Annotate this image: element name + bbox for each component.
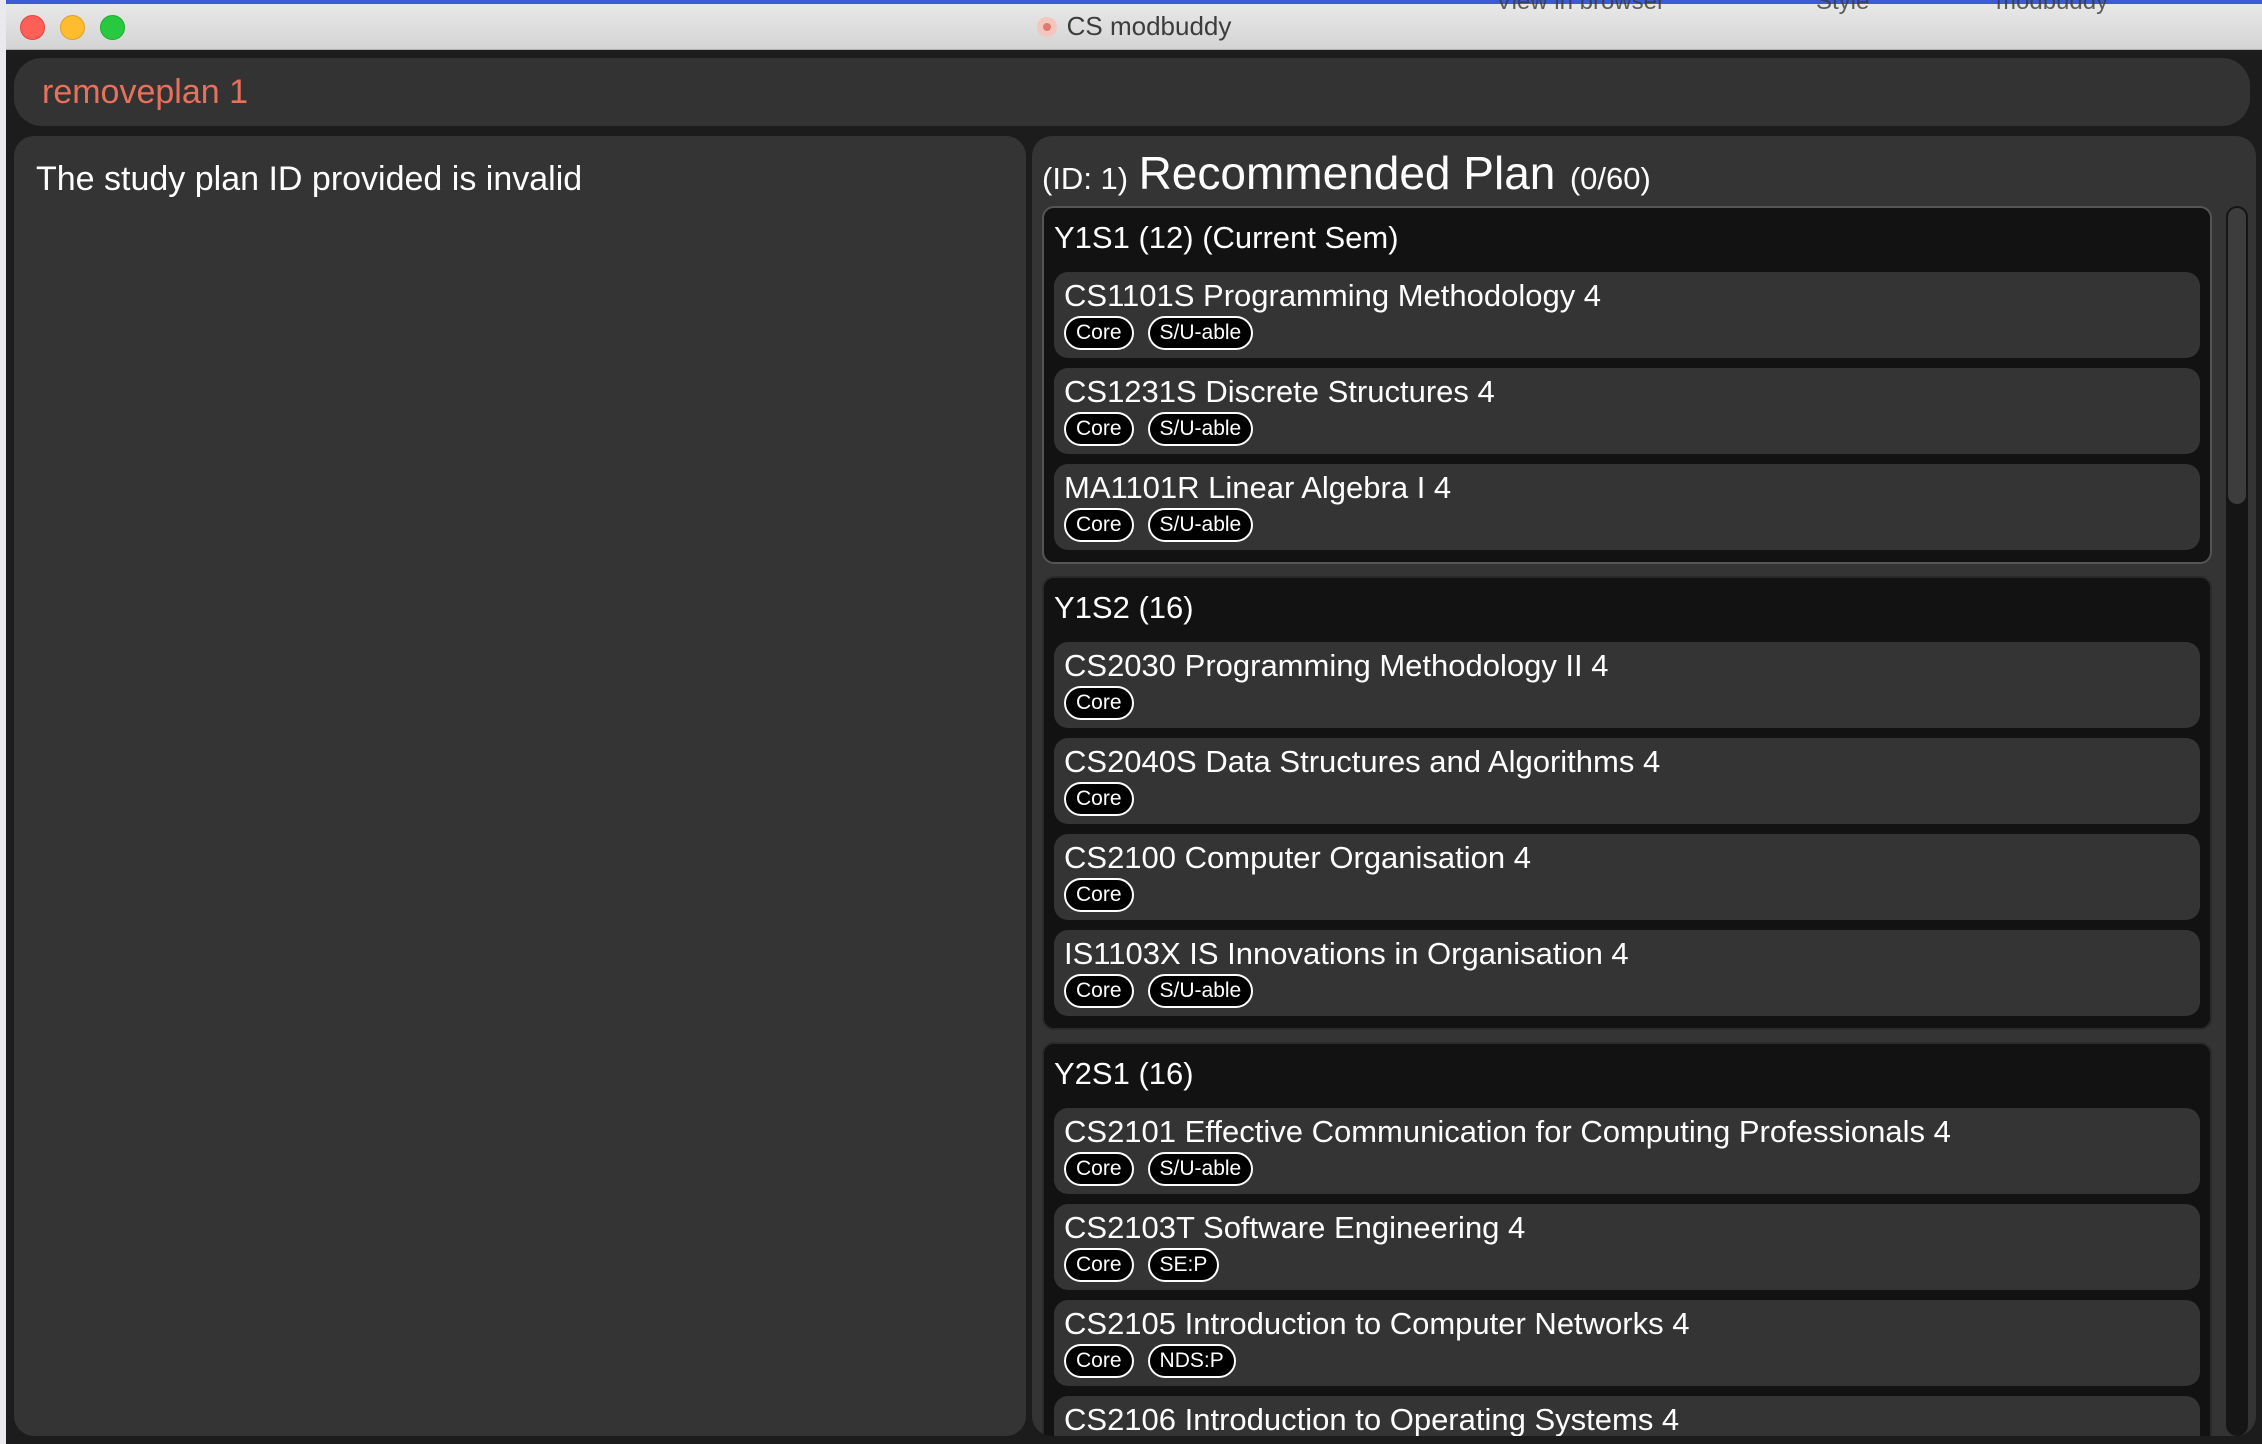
module-card[interactable]: IS1103X IS Innovations in Organisation 4… bbox=[1054, 930, 2200, 1016]
module-tag-badge: S/U-able bbox=[1147, 974, 1254, 1008]
plan-id: (ID: 1) bbox=[1042, 161, 1129, 196]
module-title: CS2040S Data Structures and Algorithms 4 bbox=[1064, 744, 1661, 779]
semester-heading: Y1S1 (12) (Current Sem) bbox=[1054, 220, 1399, 255]
module-title: CS1101S Programming Methodology 4 bbox=[1064, 278, 1602, 313]
app-logo-icon bbox=[1036, 17, 1057, 37]
module-tag-badge: Core bbox=[1064, 782, 1134, 816]
plan-title: Recommended Plan bbox=[1138, 147, 1556, 199]
module-tag-badge: NDS:P bbox=[1147, 1344, 1236, 1378]
semester-list[interactable]: Y1S1 (12) (Current Sem) CS1101S Programmi… bbox=[1042, 206, 2212, 1436]
title-bar[interactable]: View in browser Style modbuddy CS modbud… bbox=[6, 0, 2262, 50]
module-tag-badge: S/U-able bbox=[1147, 412, 1254, 446]
module-tag-badge: Core bbox=[1064, 1344, 1134, 1378]
module-tag-badge: Core bbox=[1064, 316, 1134, 350]
module-title: MA1101R Linear Algebra I 4 bbox=[1064, 470, 1452, 505]
plan-scrollbar-thumb[interactable] bbox=[2228, 208, 2246, 504]
module-title: IS1103X IS Innovations in Organisation 4 bbox=[1064, 936, 1629, 971]
module-tag-badge: Core bbox=[1064, 878, 1134, 912]
module-tags: Core S/U-able bbox=[1064, 508, 2190, 542]
module-tag-badge: Core bbox=[1064, 1152, 1134, 1186]
module-title: CS2105 Introduction to Computer Networks… bbox=[1064, 1306, 1690, 1341]
module-tag-badge: S/U-able bbox=[1147, 508, 1254, 542]
module-title: CS2103T Software Engineering 4 bbox=[1064, 1210, 1526, 1245]
module-tag-badge: Core bbox=[1064, 412, 1134, 446]
module-title: CS2100 Computer Organisation 4 bbox=[1064, 840, 1531, 875]
module-card[interactable]: CS1101S Programming Methodology 4 Core S/U… bbox=[1054, 272, 2200, 358]
module-tag-badge: Core bbox=[1064, 974, 1134, 1008]
module-card[interactable]: CS2101 Effective Communication for Compu… bbox=[1054, 1108, 2200, 1194]
module-tags: Core S/U-able bbox=[1064, 1152, 2190, 1186]
module-card[interactable]: CS1231S Discrete Structures 4 Core S/U-abl… bbox=[1054, 368, 2200, 454]
semester-heading: Y1S2 (16) bbox=[1054, 590, 1194, 625]
module-title: CS2106 Introduction to Operating Systems… bbox=[1064, 1402, 1680, 1436]
module-card[interactable]: CS2105 Introduction to Computer Networks… bbox=[1054, 1300, 2200, 1386]
module-card[interactable]: CS2030 Programming Methodology II 4 Core bbox=[1054, 642, 2200, 728]
plan-header: (ID: 1) Recommended Plan (0/60) bbox=[1042, 146, 1651, 200]
module-tag-badge: S/U-able bbox=[1147, 1152, 1254, 1186]
module-card[interactable]: CS2106 Introduction to Operating Systems… bbox=[1054, 1396, 2200, 1436]
result-message: The study plan ID provided is invalid bbox=[36, 160, 583, 198]
module-tags: Core bbox=[1064, 686, 2190, 720]
plan-scrollbar[interactable] bbox=[2226, 206, 2248, 1436]
module-card[interactable]: MA1101R Linear Algebra I 4 Core S/U-able bbox=[1054, 464, 2200, 550]
window-title: CS modbuddy bbox=[6, 11, 2262, 42]
semester-card: Y2S1 (16) CS2101 Effective Communication … bbox=[1042, 1042, 2212, 1436]
module-tag-badge: Core bbox=[1064, 1248, 1134, 1282]
semester-card: Y1S1 (12) (Current Sem) CS1101S Programmi… bbox=[1042, 206, 2212, 564]
window-title-text: CS modbuddy bbox=[1066, 11, 1232, 41]
semester-card: Y1S2 (16) CS2030 Programming Methodology … bbox=[1042, 576, 2212, 1030]
module-card[interactable]: CS2040S Data Structures and Algorithms 4… bbox=[1054, 738, 2200, 824]
command-box bbox=[14, 58, 2250, 126]
module-tags: Core bbox=[1064, 782, 2190, 816]
module-tags: Core NDS:P bbox=[1064, 1344, 2190, 1378]
semester-heading: Y2S1 (16) bbox=[1054, 1056, 1194, 1091]
module-tags: Core S/U-able bbox=[1064, 974, 2190, 1008]
module-tag-badge: S/U-able bbox=[1147, 316, 1254, 350]
app-window: View in browser Style modbuddy CS modbud… bbox=[6, 0, 2262, 1444]
module-title: CS2030 Programming Methodology II 4 bbox=[1064, 648, 1609, 683]
module-tags: Core S/U-able bbox=[1064, 412, 2190, 446]
module-title: CS1231S Discrete Structures 4 bbox=[1064, 374, 1495, 409]
module-tag-badge: Core bbox=[1064, 686, 1134, 720]
module-tag-badge: SE:P bbox=[1147, 1248, 1220, 1282]
plan-credits: (0/60) bbox=[1569, 161, 1651, 196]
module-title: CS2101 Effective Communication for Compu… bbox=[1064, 1114, 1951, 1149]
study-plan-panel: (ID: 1) Recommended Plan (0/60) Y1S1 (12… bbox=[1032, 136, 2256, 1436]
command-input[interactable] bbox=[42, 68, 2192, 116]
module-tags: Core SE:P bbox=[1064, 1248, 2190, 1282]
module-tag-badge: Core bbox=[1064, 508, 1134, 542]
module-tags: Core S/U-able bbox=[1064, 316, 2190, 350]
module-card[interactable]: CS2103T Software Engineering 4 Core SE:P bbox=[1054, 1204, 2200, 1290]
result-display: The study plan ID provided is invalid bbox=[14, 136, 1026, 1436]
module-card[interactable]: CS2100 Computer Organisation 4 Core bbox=[1054, 834, 2200, 920]
module-tags: Core bbox=[1064, 878, 2190, 912]
